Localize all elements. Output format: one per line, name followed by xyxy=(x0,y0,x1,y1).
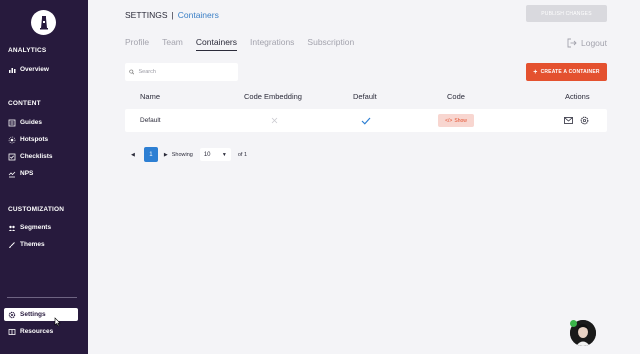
sidebar-item-resources[interactable]: Resources xyxy=(4,325,78,338)
sidebar-item-guides[interactable]: Guides xyxy=(4,116,78,129)
sidebar-item-label: NPS xyxy=(20,170,34,177)
default-cell xyxy=(361,109,371,132)
search-icon xyxy=(129,69,135,75)
breadcrumb: SETTINGS | Containers xyxy=(125,10,219,20)
sidebar-item-overview[interactable]: Overview xyxy=(4,63,78,76)
showing-label: Showing xyxy=(171,151,193,158)
sidebar-item-segments[interactable]: Segments xyxy=(4,221,78,234)
per-page-value: 10 xyxy=(203,151,211,158)
publish-changes-button[interactable]: PUBLISH CHANGES xyxy=(526,5,607,22)
per-page-select[interactable]: 10 ▼ xyxy=(199,148,231,161)
gear-icon[interactable] xyxy=(580,116,589,125)
logout-label: Logout xyxy=(581,38,607,48)
search-box xyxy=(125,63,238,81)
sidebar-item-label: Settings xyxy=(20,311,46,318)
sidebar: ANALYTICS Overview CONTENT Guides Hotspo… xyxy=(0,0,88,354)
show-code-button[interactable]: </> Show xyxy=(438,114,474,127)
column-header-default: Default xyxy=(353,92,377,101)
column-header-code: Code xyxy=(447,92,465,101)
sidebar-section-analytics: ANALYTICS xyxy=(8,47,47,54)
table-row: Default </> Show xyxy=(125,109,607,132)
settings-tabs: Profile Team Containers Integrations Sub… xyxy=(125,37,367,51)
sidebar-item-nps[interactable]: NPS xyxy=(4,167,78,180)
bar-chart-icon xyxy=(8,66,16,74)
page-count-label: of 1 xyxy=(237,151,248,158)
nps-icon xyxy=(8,170,16,178)
sidebar-divider xyxy=(7,297,77,298)
code-icon: </> xyxy=(445,117,453,124)
column-header-actions: Actions xyxy=(565,92,590,101)
sidebar-section-customization: CUSTOMIZATION xyxy=(8,206,65,213)
logout-button[interactable]: Logout xyxy=(567,38,607,48)
sidebar-item-label: Checklists xyxy=(20,153,53,160)
search-input[interactable] xyxy=(138,69,238,75)
breadcrumb-separator: | xyxy=(171,10,174,20)
next-page-icon[interactable]: ▶ xyxy=(164,152,168,158)
sidebar-item-label: Guides xyxy=(20,119,43,126)
create-container-label: CREATE A CONTAINER xyxy=(540,69,600,75)
tab-containers[interactable]: Containers xyxy=(195,37,237,51)
pagination: ◀ 1 ▶ Showing 10 ▼ of 1 xyxy=(131,147,247,162)
book-icon xyxy=(8,328,16,336)
page-number-button[interactable]: 1 xyxy=(143,147,158,162)
code-cell: </> Show xyxy=(438,109,474,132)
checkbox-icon xyxy=(8,153,16,161)
code-embedding-cell xyxy=(271,109,278,132)
page-title: SETTINGS xyxy=(125,10,168,20)
sidebar-item-label: Themes xyxy=(20,241,45,248)
tab-team[interactable]: Team xyxy=(162,37,183,51)
create-container-button[interactable]: + CREATE A CONTAINER xyxy=(526,63,607,81)
tab-subscription[interactable]: Subscription xyxy=(307,37,354,51)
logo[interactable] xyxy=(31,10,56,35)
plus-icon: + xyxy=(533,68,538,76)
sidebar-item-label: Segments xyxy=(20,224,52,231)
prev-page-icon[interactable]: ◀ xyxy=(131,152,135,158)
mouse-cursor-icon xyxy=(54,317,61,327)
breadcrumb-current[interactable]: Containers xyxy=(178,10,219,20)
sidebar-item-settings[interactable]: Settings xyxy=(4,308,78,321)
tab-profile[interactable]: Profile xyxy=(125,37,149,51)
chevron-down-icon: ▼ xyxy=(221,151,227,158)
sidebar-item-label: Overview xyxy=(20,66,49,73)
column-header-code-embedding: Code Embedding xyxy=(244,92,302,101)
tab-integrations[interactable]: Integrations xyxy=(250,37,294,51)
gear-icon xyxy=(8,311,16,319)
sidebar-item-checklists[interactable]: Checklists xyxy=(4,150,78,163)
online-status-badge xyxy=(570,320,577,327)
hotspot-icon xyxy=(8,136,16,144)
sidebar-item-themes[interactable]: Themes xyxy=(4,238,78,251)
x-mark-icon xyxy=(271,117,278,124)
column-header-name: Name xyxy=(140,92,161,101)
list-icon xyxy=(8,119,16,127)
segments-icon xyxy=(8,224,16,232)
logout-icon xyxy=(567,38,577,48)
sidebar-item-label: Resources xyxy=(20,328,54,335)
checkmark-icon xyxy=(361,117,371,125)
show-code-label: Show xyxy=(454,117,467,124)
sidebar-item-label: Hotspots xyxy=(20,136,49,143)
sidebar-section-content: CONTENT xyxy=(8,100,41,107)
brush-icon xyxy=(8,241,16,249)
lighthouse-icon xyxy=(39,15,48,29)
actions-cell xyxy=(564,109,589,132)
container-name: Default xyxy=(140,117,161,124)
mail-icon[interactable] xyxy=(564,117,573,124)
sidebar-item-hotspots[interactable]: Hotspots xyxy=(4,133,78,146)
